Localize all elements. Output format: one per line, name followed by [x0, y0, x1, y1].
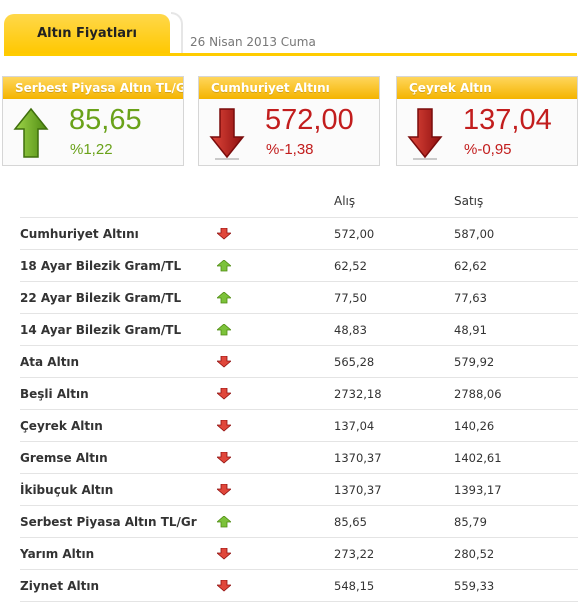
- row-sell-price: 2788,06: [454, 387, 502, 401]
- table-row: Gremse Altın 1370,37 1402,61: [20, 442, 578, 474]
- row-buy-price: 48,83: [334, 323, 367, 337]
- row-buy-price: 572,00: [334, 227, 375, 241]
- row-name: 18 Ayar Bilezik Gram/TL: [20, 259, 182, 273]
- tab-divider: [171, 12, 183, 56]
- card-change: %-0,95: [464, 141, 512, 158]
- row-sell-price: 1393,17: [454, 483, 502, 497]
- row-buy-price: 85,65: [334, 515, 367, 529]
- row-name: Gremse Altın: [20, 451, 108, 465]
- table-header: Alış Satış: [20, 185, 578, 218]
- trend-down-icon: [215, 579, 233, 592]
- row-name: Çeyrek Altın: [20, 419, 103, 433]
- row-name: Ata Altın: [20, 355, 80, 369]
- trend-down-icon: [215, 451, 233, 464]
- row-sell-price: 140,26: [454, 419, 495, 433]
- column-header-sell: Satış: [454, 194, 484, 208]
- table-row: Ata Altın 565,28 579,92: [20, 346, 578, 378]
- card-title: Çeyrek Altın: [397, 77, 577, 99]
- row-sell-price: 77,63: [454, 291, 487, 305]
- table-row: Cumhuriyet Altını 572,00 587,00: [20, 218, 578, 250]
- table-row: Beşli Altın 2732,18 2788,06: [20, 378, 578, 410]
- row-buy-price: 1370,37: [334, 451, 382, 465]
- row-buy-price: 2732,18: [334, 387, 382, 401]
- row-name: Beşli Altın: [20, 387, 89, 401]
- card-value: 85,65: [69, 104, 142, 136]
- summary-card-serbest-piyasa: Serbest Piyasa Altın TL/Gr 85,65 %1,22: [2, 76, 184, 166]
- table-row: Yarım Altın 273,22 280,52: [20, 538, 578, 570]
- trend-up-icon: [215, 259, 233, 272]
- trend-down-icon: [215, 355, 233, 368]
- tab-underline: [4, 53, 577, 56]
- table-row: Serbest Piyasa Altın TL/Gr 85,65 85,79: [20, 506, 578, 538]
- row-sell-price: 62,62: [454, 259, 487, 273]
- row-name: İkibuçuk Altın: [20, 483, 114, 497]
- row-name: Ziynet Altın: [20, 579, 100, 593]
- tab-altin-fiyatlari[interactable]: Altın Fiyatları: [4, 14, 170, 54]
- card-value: 137,04: [463, 104, 552, 136]
- row-sell-price: 579,92: [454, 355, 495, 369]
- trend-down-icon: [215, 547, 233, 560]
- card-value: 572,00: [265, 104, 354, 136]
- trend-up-icon: [215, 323, 233, 336]
- row-name: Cumhuriyet Altını: [20, 227, 139, 241]
- row-buy-price: 565,28: [334, 355, 375, 369]
- row-name: Serbest Piyasa Altın TL/Gr: [20, 515, 197, 529]
- arrow-up-icon: [13, 107, 49, 158]
- column-header-buy: Alış: [334, 194, 356, 208]
- card-title: Cumhuriyet Altını: [199, 77, 379, 99]
- summary-card-ceyrek: Çeyrek Altın 137,04 %-0,95: [396, 76, 578, 166]
- row-buy-price: 1370,37: [334, 483, 382, 497]
- card-title: Serbest Piyasa Altın TL/Gr: [3, 77, 183, 99]
- row-sell-price: 559,33: [454, 579, 495, 593]
- table-row: Ziynet Altın 548,15 559,33: [20, 570, 578, 602]
- table-row: İkibuçuk Altın 1370,37 1393,17: [20, 474, 578, 506]
- row-buy-price: 62,52: [334, 259, 367, 273]
- table-row: Çeyrek Altın 137,04 140,26: [20, 410, 578, 442]
- trend-down-icon: [215, 227, 233, 240]
- table-row: 22 Ayar Bilezik Gram/TL 77,50 77,63: [20, 282, 578, 314]
- card-change: %1,22: [70, 141, 113, 158]
- trend-up-icon: [215, 291, 233, 304]
- table-row: 18 Ayar Bilezik Gram/TL 62,52 62,62: [20, 250, 578, 282]
- trend-down-icon: [215, 483, 233, 496]
- row-name: 22 Ayar Bilezik Gram/TL: [20, 291, 182, 305]
- date-label: 26 Nisan 2013 Cuma: [190, 35, 316, 49]
- gold-price-table: Alış Satış Cumhuriyet Altını 572,00 587,00…: [20, 185, 578, 602]
- row-name: 14 Ayar Bilezik Gram/TL: [20, 323, 182, 337]
- row-buy-price: 77,50: [334, 291, 367, 305]
- row-sell-price: 587,00: [454, 227, 495, 241]
- row-sell-price: 85,79: [454, 515, 487, 529]
- row-sell-price: 48,91: [454, 323, 487, 337]
- card-change: %-1,38: [266, 141, 314, 158]
- row-sell-price: 280,52: [454, 547, 495, 561]
- row-buy-price: 273,22: [334, 547, 375, 561]
- trend-up-icon: [215, 515, 233, 528]
- arrow-down-icon: [209, 108, 245, 160]
- trend-down-icon: [215, 387, 233, 400]
- arrow-down-icon: [407, 108, 443, 160]
- tab-bar: Altın Fiyatları 26 Nisan 2013 Cuma: [0, 0, 583, 56]
- row-buy-price: 137,04: [334, 419, 375, 433]
- trend-down-icon: [215, 419, 233, 432]
- row-sell-price: 1402,61: [454, 451, 502, 465]
- row-name: Yarım Altın: [20, 547, 95, 561]
- row-buy-price: 548,15: [334, 579, 375, 593]
- summary-card-cumhuriyet: Cumhuriyet Altını 572,00 %-1,38: [198, 76, 380, 166]
- table-row: 14 Ayar Bilezik Gram/TL 48,83 48,91: [20, 314, 578, 346]
